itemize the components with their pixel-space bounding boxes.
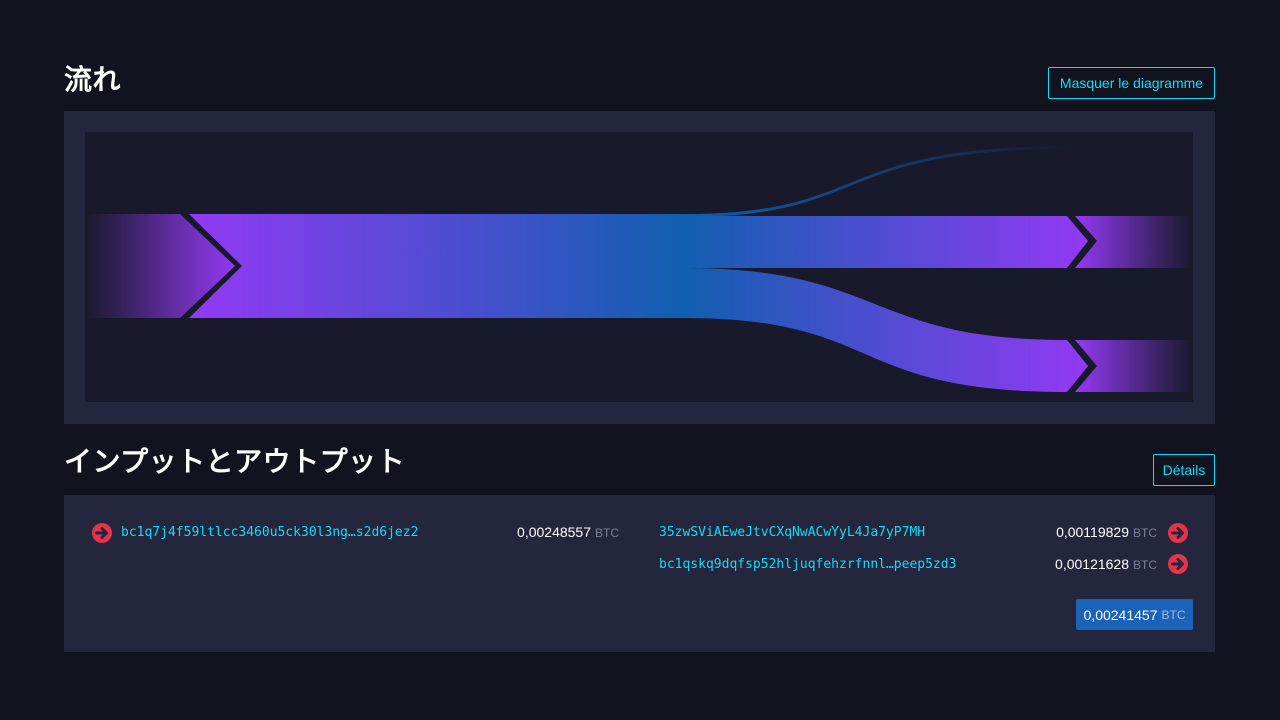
details-button[interactable]: Détails [1153,454,1215,486]
inputs-outputs-section-title: インプットとアウトプット [64,445,406,478]
arrow-right-circle-icon[interactable] [92,523,112,543]
total-amount-value: 0,00241457 [1083,606,1158,623]
total-amount-badge: 0,00241457 BTC [1076,599,1193,630]
input-address-link[interactable]: bc1q7j4f59ltlcc3460u5ck30l3ng…s2d6jez2 [121,525,418,540]
flow-sankey-diagram [85,132,1193,402]
output-amount-value: 0,00121628 [1055,556,1129,572]
input-amount-unit: BTC [595,526,619,540]
output-address-link[interactable]: 35zwSViAEweJtvCXqNwACwYyL4Ja7yP7MH [659,525,925,540]
total-amount-unit: BTC [1161,607,1186,622]
arrow-right-circle-icon[interactable] [1168,523,1188,543]
input-amount-value: 0,00248557 [517,524,591,540]
output-address-link[interactable]: bc1qskq9dqfsp52hljuqfehzrfnnl…peep5zd3 [659,557,956,572]
inputs-outputs-panel: bc1q7j4f59ltlcc3460u5ck30l3ng…s2d6jez2 0… [64,495,1215,652]
input-row: bc1q7j4f59ltlcc3460u5ck30l3ng…s2d6jez2 [121,521,418,543]
output-row: 35zwSViAEweJtvCXqNwACwYyL4Ja7yP7MH [659,521,925,543]
arrow-right-circle-icon[interactable] [1168,554,1188,574]
output-amount-unit: BTC [1133,526,1157,540]
flow-output-1-tail [1075,216,1193,268]
flow-section-title: 流れ [64,63,122,96]
input-amount: 0,00248557 BTC [517,524,619,540]
flow-output-2-band [683,268,1088,392]
output-amount: 0,00119829 BTC [1056,524,1157,540]
flow-diagram-panel [64,111,1215,424]
output-amount: 0,00121628 BTC [1055,556,1157,572]
transaction-page: 流れ Masquer le diagramme インプットとアウトプット Dét… [0,0,1280,720]
flow-output-1-band [683,216,1088,268]
flow-input-band [189,214,683,318]
flow-fee-thread [683,146,1075,217]
flow-output-2-tail [1075,340,1193,392]
output-row: bc1qskq9dqfsp52hljuqfehzrfnnl…peep5zd3 [659,553,956,575]
output-amount-value: 0,00119829 [1056,524,1129,540]
hide-diagram-button[interactable]: Masquer le diagramme [1048,67,1215,99]
output-amount-unit: BTC [1133,558,1157,572]
